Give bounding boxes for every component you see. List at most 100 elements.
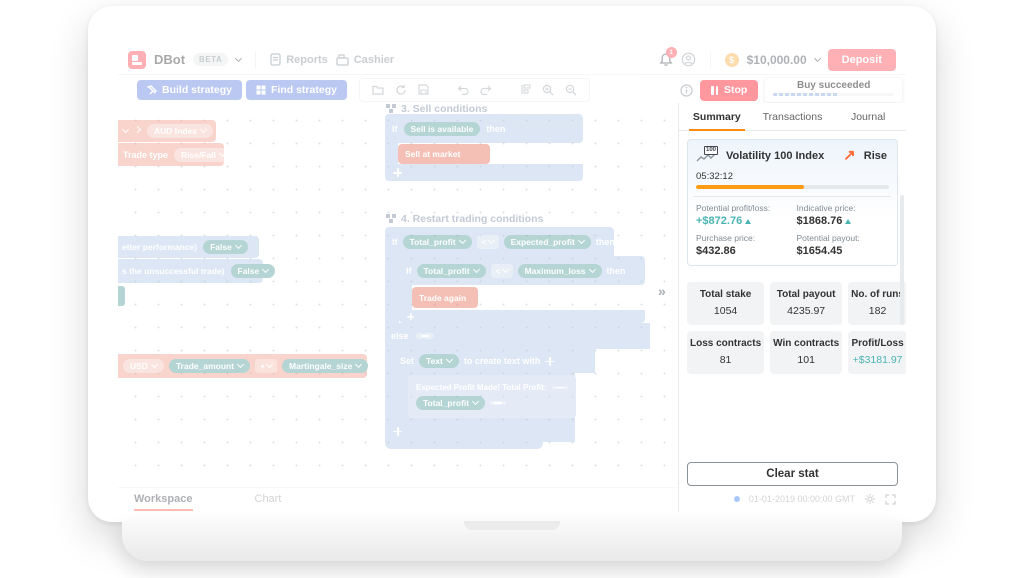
account-icon[interactable] — [681, 52, 696, 67]
block-sell-at-market[interactable]: Sell at market — [398, 144, 490, 164]
remove-item-icon[interactable] — [552, 386, 568, 390]
nav-cashier-label: Cashier — [354, 54, 394, 66]
remove-else-icon[interactable] — [416, 333, 434, 339]
workspace-footer: Workspace Chart — [118, 487, 678, 512]
add-block-icon[interactable] — [545, 357, 554, 366]
chevron-down-icon — [355, 361, 362, 368]
block-else-row[interactable]: else — [385, 323, 650, 349]
build-strategy-button[interactable]: Build strategy — [137, 80, 242, 100]
fullscreen-icon[interactable] — [885, 494, 896, 505]
block-if-maximum-loss[interactable]: If Total_profit < Maximum_loss then — [399, 256, 645, 285]
chevron-down-icon — [446, 356, 453, 363]
expected-profit-var[interactable]: Expected_profit — [504, 235, 591, 249]
workspace-toolbar: Build strategy Find strategy — [118, 76, 678, 103]
operator-dropdown[interactable]: + — [255, 359, 277, 373]
chevron-down-icon[interactable] — [814, 54, 821, 61]
stat-win-contracts: Win contracts 101 — [770, 331, 842, 374]
block-if-sell-available[interactable]: If Sell is available then — [385, 114, 583, 143]
redo-icon[interactable] — [480, 85, 492, 95]
beta-badge: BETA — [193, 53, 228, 66]
trade-amount-var[interactable]: Trade_amount — [169, 359, 250, 373]
add-block-icon[interactable] — [407, 313, 414, 320]
minus-icon — [494, 402, 502, 404]
block-condition-2[interactable]: s the unsuccessful trade) False — [118, 259, 263, 283]
maximum-loss-var[interactable]: Maximum_loss — [518, 264, 602, 278]
find-strategy-button[interactable]: Find strategy — [246, 80, 347, 100]
notifications-button[interactable]: 1 — [659, 52, 673, 67]
total-profit-label: Total_profit — [410, 237, 456, 247]
text-var-dropdown[interactable]: Text — [419, 354, 459, 368]
save-icon[interactable] — [418, 84, 429, 95]
chevron-down-icon[interactable] — [235, 54, 242, 61]
field-value: +$872.76 — [696, 215, 789, 227]
tab-summary[interactable]: Summary — [679, 103, 755, 130]
collapse-panel-arrow[interactable]: » — [658, 283, 666, 299]
block-text-join[interactable]: Expected Profit Made! Total Profit: Tota… — [408, 375, 576, 418]
nav-reports[interactable]: Reports — [270, 53, 328, 66]
comparison-dropdown[interactable]: < — [477, 235, 499, 249]
deposit-button[interactable]: Deposit — [828, 49, 896, 71]
tab-chart[interactable]: Chart — [255, 493, 282, 509]
section-title-restart-label: 4. Restart trading conditions — [401, 213, 543, 225]
gear-icon[interactable] — [864, 493, 876, 505]
tab-workspace[interactable]: Workspace — [134, 493, 193, 511]
total-profit-var[interactable]: Total_profit — [417, 264, 486, 278]
block-set-text[interactable]: Set Text to create text with — [385, 349, 595, 373]
stat-label: Profit/Loss — [851, 338, 904, 349]
panel-scrollbar[interactable] — [900, 195, 904, 325]
add-block-icon[interactable] — [393, 427, 402, 436]
contract-progress-fill — [696, 185, 804, 189]
info-icon[interactable] — [680, 84, 693, 97]
add-block-icon[interactable] — [393, 168, 402, 177]
market-name: Volatility 100 Index — [726, 150, 837, 162]
up-arrow-icon — [845, 219, 851, 224]
comparison-dropdown[interactable]: < — [491, 264, 513, 278]
stop-button[interactable]: Stop — [700, 80, 758, 101]
section-title-restart: 4. Restart trading conditions — [386, 213, 543, 225]
block-trade-parameters-market[interactable]: AUD Index — [118, 120, 216, 142]
comparison-value: < — [496, 266, 501, 276]
trade-type-dropdown[interactable]: Rise/Fall — [174, 148, 232, 162]
total-profit-var[interactable]: Total_profit — [416, 396, 485, 410]
contract-card-header: 100 Volatility 100 Index ↗ Rise — [696, 147, 889, 165]
zoom-out-icon[interactable] — [565, 84, 577, 96]
remove-item-icon[interactable] — [490, 401, 506, 405]
grid-icon — [256, 85, 266, 95]
contract-card: 100 Volatility 100 Index ↗ Rise 05:32:12… — [687, 139, 898, 266]
stat-total-payout: Total payout 4235.97 — [770, 282, 842, 325]
block-trade-again[interactable]: Trade again — [412, 287, 478, 308]
total-profit-var[interactable]: Total_profit — [403, 235, 472, 249]
sell-available-pill[interactable]: Sell is available — [404, 122, 481, 136]
nav-cashier[interactable]: Cashier — [336, 54, 394, 66]
field-value: $1868.76 — [797, 215, 890, 227]
chevron-down-icon — [235, 242, 242, 249]
account-balance[interactable]: $10,000.00 — [747, 53, 807, 67]
keyword-if: If — [392, 124, 398, 134]
clear-stat-button[interactable]: Clear stat — [687, 462, 898, 486]
run-progress-fill — [773, 93, 838, 96]
block-trade-amount[interactable]: USD Trade_amount + Martingale_size — [118, 354, 367, 378]
zoom-in-icon[interactable] — [542, 84, 554, 96]
open-file-icon[interactable] — [372, 84, 384, 95]
stats-grid: Total stake 1054 Total payout 4235.97 No… — [687, 282, 898, 374]
server-time: 01-01-2019 00:00:00 GMT — [749, 494, 855, 504]
stat-label: Total payout — [773, 289, 839, 300]
sort-blocks-icon[interactable] — [520, 84, 531, 95]
minus-icon — [556, 387, 564, 389]
workspace-blocks-layer: AUD Index Trade type Rise/Fall etter per… — [118, 103, 678, 487]
condition-2-dropdown[interactable]: False — [231, 264, 276, 278]
tab-journal[interactable]: Journal — [830, 103, 906, 130]
undo-icon[interactable] — [457, 85, 469, 95]
blockly-workspace[interactable]: AUD Index Trade type Rise/Fall etter per… — [118, 103, 678, 487]
market-dropdown[interactable]: AUD Index — [147, 124, 213, 138]
martingale-var[interactable]: Martingale_size — [282, 359, 368, 373]
stat-label: No. of runs — [851, 289, 904, 300]
stat-profit-loss: Profit/Loss +$3181.97 — [848, 331, 906, 374]
tab-transactions[interactable]: Transactions — [755, 103, 831, 130]
block-condition-1[interactable]: etter performance) False — [118, 236, 259, 258]
reset-icon[interactable] — [395, 84, 407, 96]
currency-dropdown[interactable]: USD — [123, 359, 164, 373]
block-trade-type[interactable]: Trade type Rise/Fall — [118, 143, 224, 166]
condition-1-dropdown[interactable]: False — [203, 240, 248, 254]
block-if-expected-profit[interactable]: If Total_profit < Expected_profit then — [385, 227, 614, 256]
